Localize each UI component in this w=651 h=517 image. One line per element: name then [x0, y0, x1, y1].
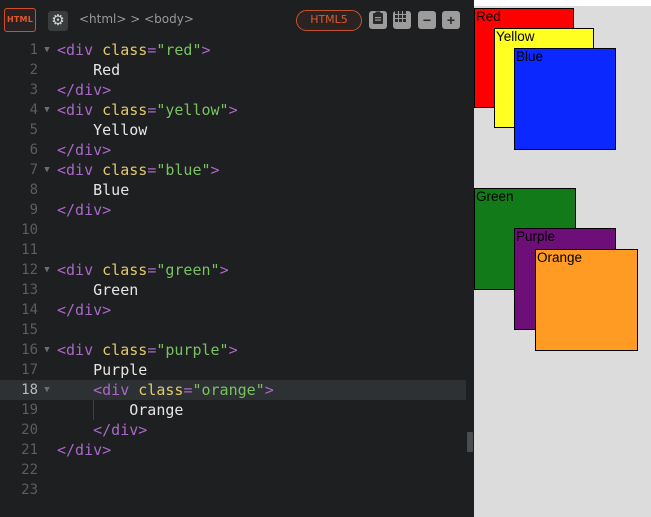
- code-line[interactable]: 12 ▼ <div class="green">: [0, 260, 466, 280]
- line-number: 11: [21, 242, 38, 258]
- code-line[interactable]: 14 </div>: [0, 300, 466, 320]
- code-area[interactable]: 1 ▼ <div class="red"> 2 Red 3 </div> 4 ▼ <div cl…: [0, 40, 466, 500]
- code-line[interactable]: 11: [0, 240, 466, 260]
- red-box-label: Red: [476, 9, 501, 24]
- settings-gear-icon[interactable]: ⚙: [48, 11, 68, 31]
- code-text[interactable]: <div class="blue">: [57, 160, 220, 180]
- code-line[interactable]: 1 ▼ <div class="red">: [0, 40, 466, 60]
- line-number: 20: [21, 422, 38, 438]
- code-line[interactable]: 19 Orange: [0, 400, 466, 420]
- code-text[interactable]: </div>: [57, 440, 111, 460]
- code-line[interactable]: 20 </div>: [0, 420, 466, 440]
- code-text[interactable]: </div>: [57, 420, 147, 440]
- line-number: 21: [21, 442, 38, 458]
- line-number: 16: [21, 342, 38, 358]
- yellow-box-label: Yellow: [496, 29, 535, 44]
- fold-toggle-icon[interactable]: ▼: [42, 340, 52, 360]
- line-number: 19: [21, 402, 38, 418]
- code-line[interactable]: 4 ▼ <div class="yellow">: [0, 100, 466, 120]
- blue-box-label: Blue: [516, 49, 544, 64]
- blue-box: Blue: [514, 48, 616, 150]
- code-text[interactable]: <div class="red">: [57, 40, 211, 60]
- line-number: 8: [29, 182, 38, 198]
- breadcrumb[interactable]: <html> > <body>: [79, 12, 194, 26]
- code-line[interactable]: 18 ▼ <div class="orange">: [0, 380, 466, 400]
- code-text[interactable]: </div>: [57, 300, 111, 320]
- green-box-label: Green: [476, 189, 514, 204]
- code-line[interactable]: 9 </div>: [0, 200, 466, 220]
- line-number: 5: [29, 122, 38, 138]
- scrollbar-thumb[interactable]: [467, 432, 473, 452]
- line-number: 17: [21, 362, 38, 378]
- code-line[interactable]: 23: [0, 480, 466, 500]
- fold-toggle-icon[interactable]: ▼: [42, 160, 52, 180]
- orange-box-label: Orange: [537, 250, 583, 265]
- preview-pane: Red Yellow Blue Green Purple Orange: [474, 0, 651, 517]
- line-number: 7: [29, 162, 38, 178]
- code-text[interactable]: Blue: [57, 180, 129, 200]
- code-editor[interactable]: HTML ⚙ <html> > <body> HTML5 − + 1 ▼ <div …: [0, 0, 466, 517]
- line-number: 1: [29, 42, 38, 58]
- doctype-mode-button[interactable]: HTML5: [296, 10, 362, 31]
- purple-box-label: Purple: [516, 229, 556, 244]
- code-line[interactable]: 6 </div>: [0, 140, 466, 160]
- code-text[interactable]: Red: [57, 60, 120, 80]
- code-line[interactable]: 21 </div>: [0, 440, 466, 460]
- line-number: 18: [21, 382, 38, 398]
- grid-icon[interactable]: [393, 11, 411, 29]
- orange-box: Orange: [535, 249, 638, 351]
- code-text[interactable]: </div>: [57, 140, 111, 160]
- minus-icon[interactable]: −: [418, 11, 436, 29]
- code-text[interactable]: <div class="purple">: [57, 340, 238, 360]
- code-line[interactable]: 16 ▼ <div class="purple">: [0, 340, 466, 360]
- clipboard-icon[interactable]: [369, 11, 387, 29]
- line-number: 13: [21, 282, 38, 298]
- editor-toolbar: HTML ⚙ <html> > <body> HTML5 − +: [0, 0, 466, 40]
- code-line[interactable]: 7 ▼ <div class="blue">: [0, 160, 466, 180]
- code-line[interactable]: 3 </div>: [0, 80, 466, 100]
- code-text[interactable]: Purple: [57, 360, 147, 380]
- code-text[interactable]: <div class="orange">: [57, 380, 274, 400]
- fold-toggle-icon[interactable]: ▼: [42, 40, 52, 60]
- code-text[interactable]: </div>: [57, 200, 111, 220]
- line-number: 14: [21, 302, 38, 318]
- code-line[interactable]: 13 Green: [0, 280, 466, 300]
- line-number: 12: [21, 262, 38, 278]
- preview-top-strip: [474, 0, 651, 6]
- html-language-badge: HTML: [4, 8, 36, 32]
- code-line[interactable]: 5 Yellow: [0, 120, 466, 140]
- code-line[interactable]: 15: [0, 320, 466, 340]
- code-line[interactable]: 2 Red: [0, 60, 466, 80]
- line-number: 22: [21, 462, 38, 478]
- code-text[interactable]: Yellow: [57, 120, 147, 140]
- code-line[interactable]: 22: [0, 460, 466, 480]
- code-line[interactable]: 17 Purple: [0, 360, 466, 380]
- code-line[interactable]: 10: [0, 220, 466, 240]
- code-text[interactable]: </div>: [57, 80, 111, 100]
- line-number: 6: [29, 142, 38, 158]
- code-text[interactable]: Orange: [57, 400, 183, 420]
- code-text[interactable]: <div class="green">: [57, 260, 229, 280]
- line-number: 2: [29, 62, 38, 78]
- fold-toggle-icon[interactable]: ▼: [42, 100, 52, 120]
- fold-toggle-icon[interactable]: ▼: [42, 380, 52, 400]
- plus-icon[interactable]: +: [442, 11, 460, 29]
- line-number: 4: [29, 102, 38, 118]
- line-number: 9: [29, 202, 38, 218]
- code-text[interactable]: Green: [57, 280, 138, 300]
- line-number: 3: [29, 82, 38, 98]
- code-text[interactable]: <div class="yellow">: [57, 100, 238, 120]
- line-number: 10: [21, 222, 38, 238]
- line-number: 23: [21, 482, 38, 498]
- code-line[interactable]: 8 Blue: [0, 180, 466, 200]
- line-number: 15: [21, 322, 38, 338]
- fold-toggle-icon[interactable]: ▼: [42, 260, 52, 280]
